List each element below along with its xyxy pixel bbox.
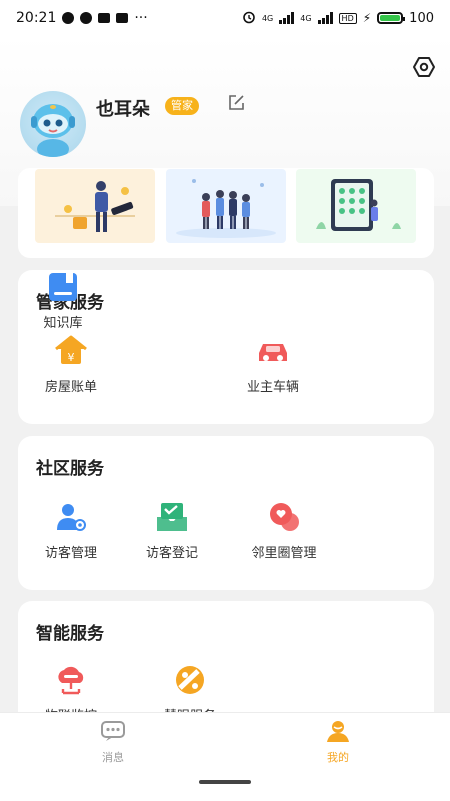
butler-services-card: 管家服务 ¥ 房屋账单 知识库 业主车辆	[18, 270, 434, 424]
battery-icon	[377, 12, 406, 24]
owner-vehicle-label: 业主车辆	[246, 380, 299, 395]
alarm-icon	[242, 10, 256, 27]
house-bill-label: 房屋账单	[44, 380, 97, 395]
profile-icon	[327, 721, 349, 742]
status-bar: 20:21 ··· 4G 4G HD ⚡ 100	[0, 0, 450, 36]
owner-vehicle-button[interactable]: 业主车辆	[228, 334, 318, 395]
knowledge-base-label: 知识库	[43, 316, 83, 331]
neighbor-circle-button[interactable]: 邻里圈管理	[239, 500, 329, 561]
section-title: 智能服务	[36, 624, 104, 644]
tab-mine-label: 我的	[327, 751, 349, 764]
bottom-tab-bar: 消息 我的	[0, 712, 450, 801]
hd-icon: HD	[338, 12, 357, 24]
settings-button[interactable]	[412, 55, 436, 79]
settings-icon	[413, 57, 435, 77]
mail-notification-icon	[116, 13, 129, 23]
message-icon	[101, 721, 125, 741]
signal-2-icon	[317, 12, 333, 24]
robot-avatar-icon	[31, 104, 75, 157]
car-icon	[259, 344, 287, 361]
smart-eye-icon	[176, 666, 204, 694]
banner-card	[18, 168, 434, 258]
charging-icon: ⚡	[362, 11, 372, 25]
username: 也耳朵	[96, 99, 150, 120]
app-notification-icon	[80, 12, 93, 24]
edit-profile-button[interactable]	[227, 94, 245, 112]
banner-tile-payment[interactable]	[35, 169, 155, 243]
network-type: 4G	[261, 13, 274, 23]
visitor-registration-icon	[157, 503, 187, 531]
status-time: 20:21	[16, 10, 57, 26]
house-bill-icon: ¥	[55, 335, 87, 364]
avatar[interactable]	[20, 91, 86, 157]
community-services-card: 社区服务 访客管理 访客登记 邻里圈管理	[18, 436, 434, 590]
tablet-apps-illustration	[316, 179, 401, 231]
network-type-2: 4G	[300, 13, 312, 23]
visitor-registration-label: 访客登记	[145, 546, 198, 561]
banner-tile-smart[interactable]	[296, 169, 416, 243]
tab-mine[interactable]: 我的	[298, 719, 378, 765]
section-title: 社区服务	[36, 459, 104, 479]
banner-tile-community[interactable]	[166, 169, 286, 243]
knowledge-base-button[interactable]: 知识库	[18, 270, 108, 331]
neighbor-circle-icon	[270, 503, 299, 531]
visitor-management-label: 访客管理	[44, 546, 97, 561]
role-badge: 管家	[165, 97, 199, 115]
home-indicator[interactable]	[199, 780, 251, 784]
bell-notification-icon	[98, 13, 111, 23]
visitor-management-button[interactable]: 访客管理	[26, 500, 116, 561]
chat-notification-icon	[62, 12, 75, 24]
people-group-illustration	[176, 179, 276, 238]
tab-messages-label: 消息	[102, 751, 124, 764]
more-notifications-icon: ···	[134, 10, 148, 26]
tab-messages[interactable]: 消息	[73, 719, 153, 765]
signal-1-icon	[279, 12, 295, 24]
iot-monitor-icon	[58, 666, 84, 695]
neighbor-circle-label: 邻里圈管理	[251, 546, 317, 561]
svg-text:¥: ¥	[68, 351, 75, 364]
house-bill-button[interactable]: ¥ 房屋账单	[26, 334, 116, 395]
edit-icon	[229, 95, 244, 110]
battery-level: 100	[409, 10, 434, 26]
knowledge-base-icon	[49, 273, 77, 301]
person-with-coins-illustration	[55, 181, 135, 232]
visitor-management-icon	[57, 504, 86, 531]
visitor-registration-button[interactable]: 访客登记	[127, 500, 217, 561]
